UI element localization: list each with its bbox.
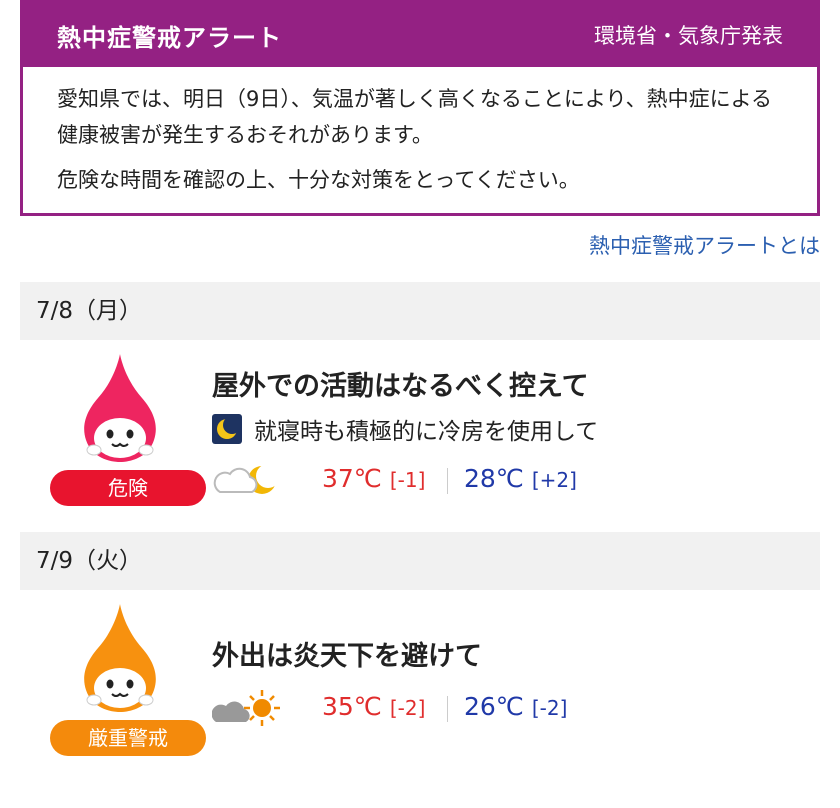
advice-text: 外出は炎天下を避けて [212, 641, 482, 672]
alert-body: 愛知県では、明日（9日）、気温が著しく高くなることにより、熱中症による健康被害が… [23, 67, 817, 198]
max-temp-diff: [-1] [389, 468, 426, 492]
max-temp: 37℃ [-1] [322, 464, 426, 493]
min-temp: 26℃ [-2] [464, 692, 568, 721]
sub-advice-text: 就寝時も積極的に冷房を使用して [254, 419, 599, 445]
alert-advice-message: 危険な時間を確認の上、十分な対策をとってください。 [57, 168, 580, 192]
temp-separator [447, 468, 448, 494]
temperature-row-day1: 37℃ [-1] 28℃ [+2] [212, 460, 632, 500]
min-temp: 28℃ [+2] [464, 464, 577, 493]
cloudy-night-icon [213, 464, 280, 494]
sub-advice: 就寝時も積極的に冷房を使用して [212, 412, 598, 446]
date-bar-day1: 7/8（月） [20, 282, 820, 340]
alert-title: 熱中症警戒アラート [57, 24, 282, 52]
date-bar-day2: 7/9（火） [20, 532, 820, 590]
min-temp-diff: [+2] [531, 468, 577, 492]
max-temp-diff: [-2] [389, 696, 426, 720]
min-temp-diff: [-2] [531, 696, 568, 720]
advice-text: 屋外での活動はなるべく控えて [212, 371, 589, 402]
alert-source: 環境省・気象庁発表 [594, 24, 783, 48]
max-temp: 35℃ [-2] [322, 692, 426, 721]
heatstroke-alert-box: 熱中症警戒アラート 環境省・気象庁発表 愛知県では、明日（9日）、気温が著しく高… [20, 0, 820, 216]
level-badge-danger: 危険 [50, 470, 206, 506]
cloudy-sunny-icon [212, 690, 280, 726]
about-alert-link[interactable]: 熱中症警戒アラートとは [589, 230, 820, 260]
alert-message: 愛知県では、明日（9日）、気温が著しく高くなることにより、熱中症による健康被害が… [57, 87, 772, 147]
moon-icon [212, 414, 242, 444]
mascot-danger-icon [84, 354, 156, 462]
mascot-severe-warning-icon [84, 604, 156, 712]
level-badge-severe-warning: 厳重警戒 [50, 720, 206, 756]
temperature-row-day2: 35℃ [-2] 26℃ [-2] [212, 688, 632, 728]
alert-header: 熱中症警戒アラート 環境省・気象庁発表 [23, 3, 817, 67]
temp-separator [447, 696, 448, 722]
